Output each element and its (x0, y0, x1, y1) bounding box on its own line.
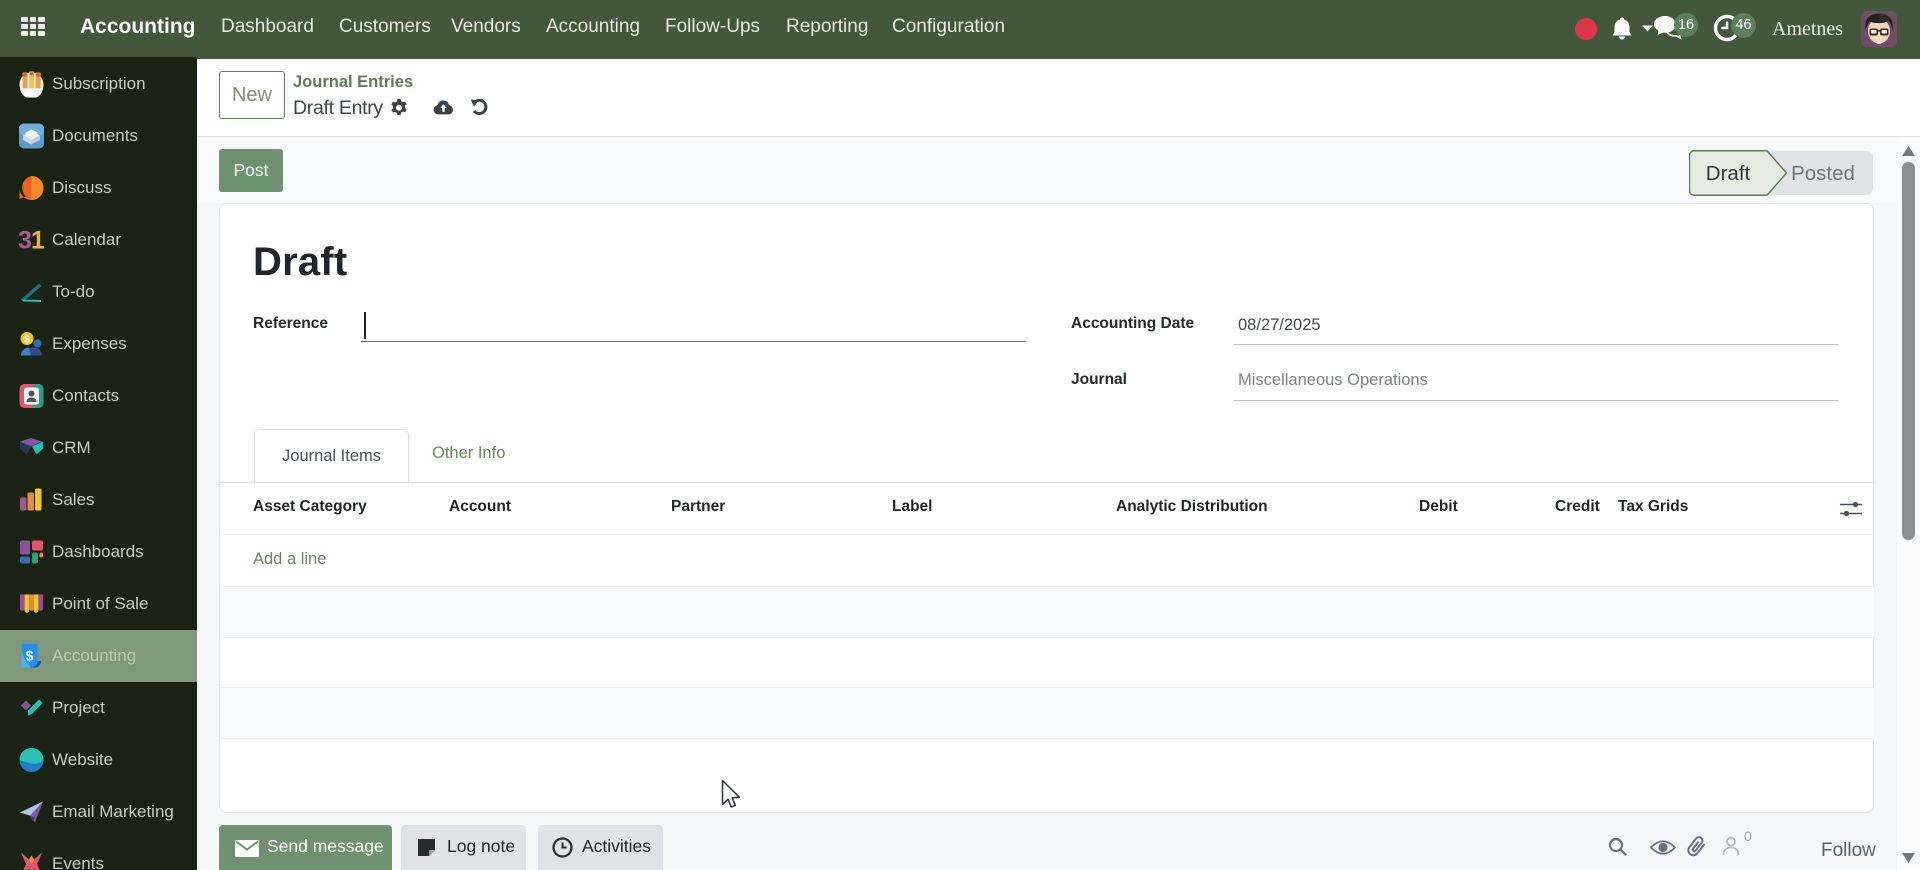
svg-text:Draft: Draft (1706, 162, 1751, 185)
svg-text:$: $ (26, 648, 34, 664)
svg-text:$: $ (24, 335, 30, 346)
svg-text:Posted: Posted (1791, 162, 1855, 185)
